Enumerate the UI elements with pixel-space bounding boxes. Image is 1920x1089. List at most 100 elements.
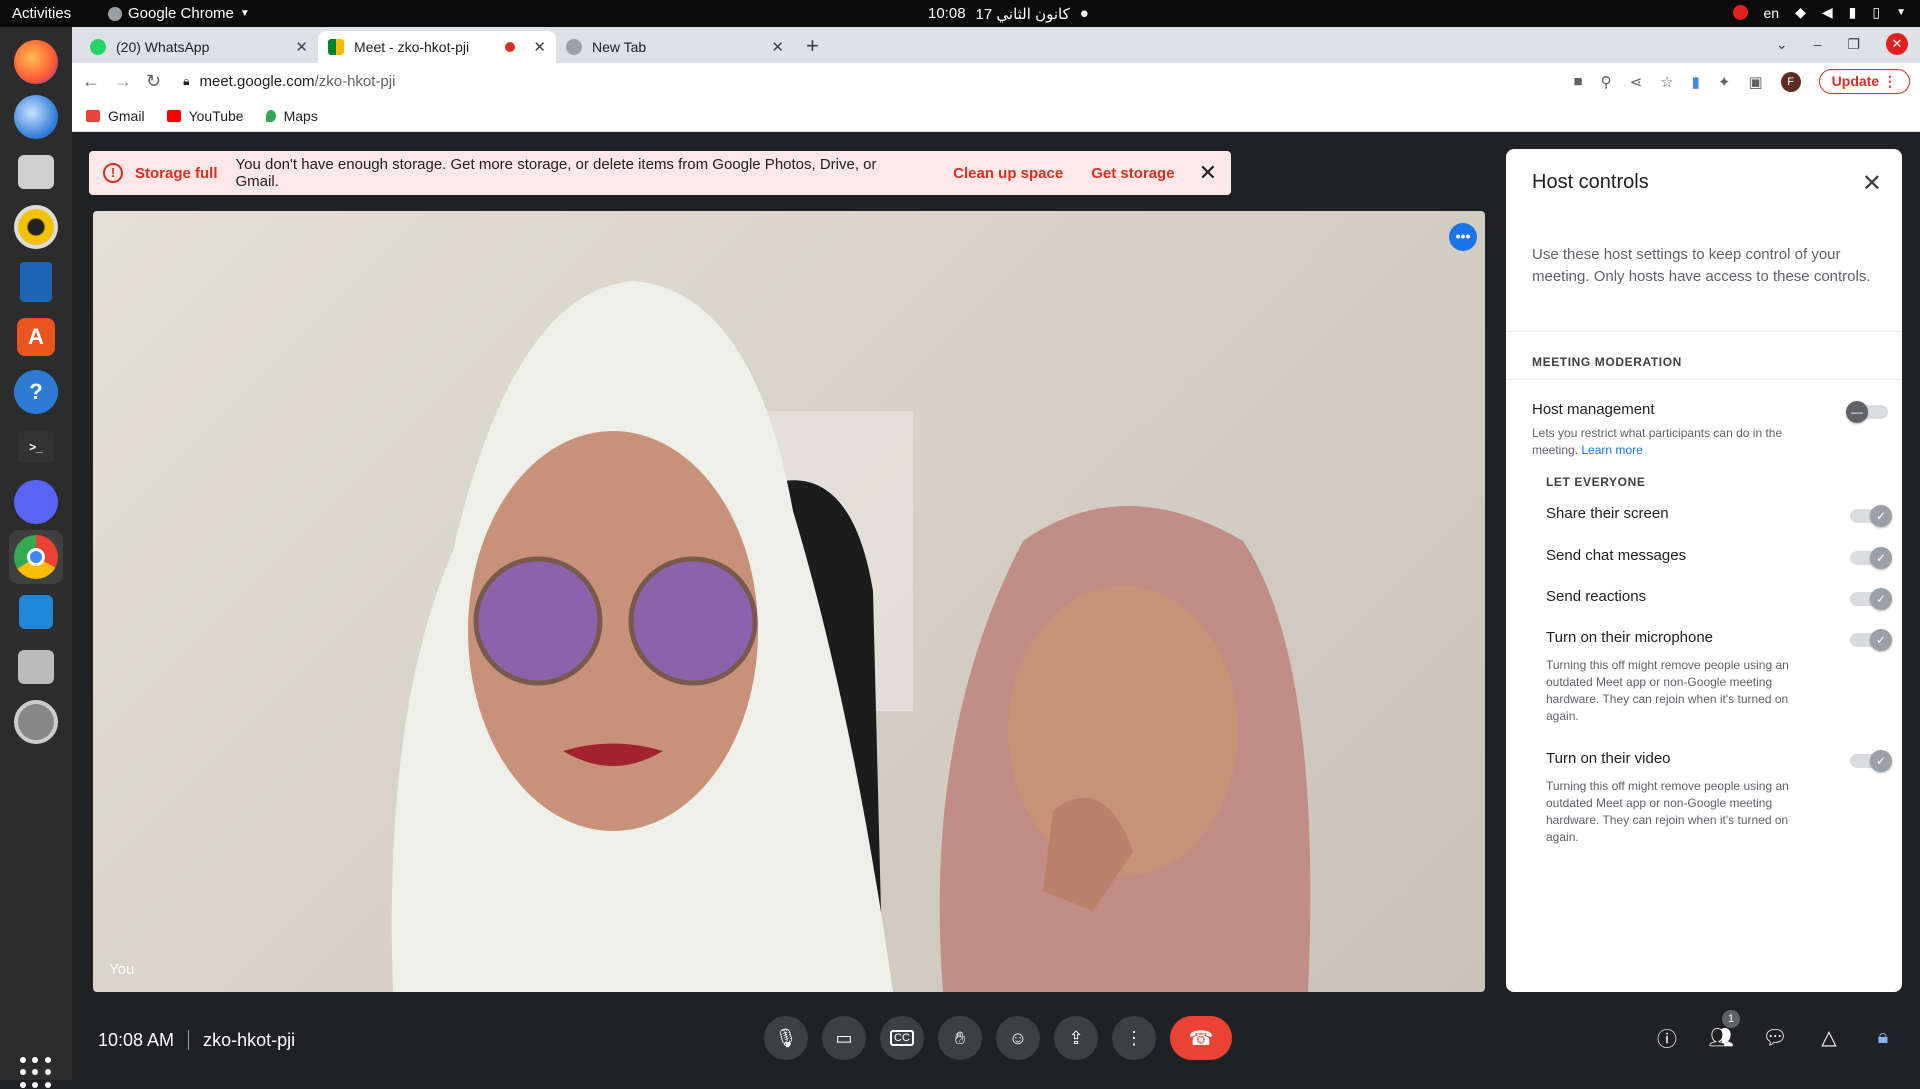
zoom-icon[interactable]: ⚲ (1601, 73, 1612, 91)
url-host: meet.google.com (199, 73, 315, 90)
meeting-controls-bar: 10:08 AM zko-hkot-pji 🎙︎ ▭ CC ✋︎ ☺ ⇪ ⋮ ☎… (72, 1002, 1920, 1080)
get-storage-link[interactable]: Get storage (1091, 165, 1174, 182)
rhythmbox-launcher[interactable] (9, 200, 63, 254)
people-button[interactable]: 👥︎ 1 (1708, 1010, 1740, 1050)
microphone-icon: 🎙︎ (774, 1027, 798, 1048)
tab-whatsapp[interactable]: (20) WhatsApp ✕ (80, 31, 318, 63)
search-launcher[interactable] (9, 640, 63, 694)
divider (188, 1030, 190, 1050)
leave-call-button[interactable]: ☎︎ (1170, 1016, 1232, 1060)
microphone-button[interactable]: 🎙︎ (764, 1016, 808, 1060)
learn-more-link[interactable]: Learn more (1581, 443, 1642, 457)
meeting-details-button[interactable]: ⓘ (1654, 1024, 1680, 1051)
check-icon: ✓ (1870, 629, 1892, 651)
bookmark-youtube[interactable]: YouTube (166, 107, 244, 124)
minimize-button[interactable]: – (1814, 36, 1822, 52)
share-screen-toggle[interactable]: ✓ (1850, 505, 1892, 527)
app-menu[interactable]: Google Chrome ▼ (108, 5, 250, 22)
camera-button[interactable]: ▭ (822, 1016, 866, 1060)
tab-meet[interactable]: Meet - zko-hkot-pji ✕ (318, 31, 556, 63)
thunderbird-launcher[interactable] (9, 90, 63, 144)
activities-button[interactable]: △ (1816, 1024, 1842, 1050)
restore-button[interactable]: ❐ (1847, 36, 1860, 53)
close-icon[interactable]: ✕ (533, 38, 546, 56)
window-close-button[interactable]: ✕ (1886, 33, 1908, 55)
send-reactions-toggle[interactable]: ✓ (1850, 588, 1892, 610)
participants-count-badge: 1 (1722, 1010, 1740, 1028)
lock-icon: 🔒︎ (183, 74, 190, 88)
host-controls-panel: Host controls ✕ Use these host settings … (1506, 149, 1902, 992)
bookmark-star-icon[interactable]: ☆ (1660, 73, 1673, 91)
close-icon[interactable]: ✕ (1862, 169, 1882, 198)
discord-launcher[interactable] (9, 475, 63, 529)
reactions-button[interactable]: ☺ (996, 1016, 1040, 1060)
software-launcher[interactable]: A (9, 310, 63, 364)
camera-indicator-icon[interactable]: ■ (1574, 73, 1583, 90)
close-icon[interactable]: ✕ (771, 38, 784, 56)
settings-launcher[interactable] (9, 695, 63, 749)
terminal-launcher[interactable]: >_ (9, 420, 63, 474)
address-bar[interactable]: 🔒︎ meet.google.com /zko-hkot-pji (183, 73, 1559, 90)
files-launcher[interactable] (9, 145, 63, 199)
storage-full-banner: ! Storage full You don't have enough sto… (89, 151, 1231, 195)
activities-button[interactable]: Activities (12, 5, 71, 22)
system-tray[interactable]: en ◆ ◀ ▮ ▯ ▼ (1732, 4, 1906, 21)
tab-search-icon[interactable]: ⌄ (1776, 36, 1788, 53)
back-icon[interactable]: ← (82, 71, 100, 92)
present-button[interactable]: ⇪ (1054, 1016, 1098, 1060)
tab-strip: (20) WhatsApp ✕ Meet - zko-hkot-pji ✕ Ne… (72, 27, 1920, 63)
raise-hand-button[interactable]: ✋︎ (938, 1016, 982, 1060)
gmail-icon (86, 109, 100, 122)
host-controls-button[interactable]: 🔒︎ (1870, 1024, 1896, 1050)
show-apps-button[interactable] (20, 1057, 52, 1089)
bookmark-label: YouTube (188, 107, 244, 124)
tab-new-tab[interactable]: New Tab ✕ (556, 31, 794, 63)
volume-icon: ◀ (1821, 4, 1833, 20)
meet-page: ! Storage full You don't have enough sto… (72, 132, 1920, 1080)
microphone-desc: Turning this off might remove people usi… (1546, 658, 1789, 723)
window-controls: ⌄ – ❐ ✕ (1776, 33, 1908, 55)
os-top-bar: Activities Google Chrome ▼ 10:08 17 كانو… (0, 0, 1920, 27)
host-management-toggle[interactable]: — (1846, 401, 1888, 423)
discord-icon (14, 480, 58, 524)
new-tab-button[interactable]: + (806, 33, 819, 59)
video-toggle[interactable]: ✓ (1850, 750, 1892, 772)
chrome-launcher[interactable] (9, 530, 63, 584)
reload-icon[interactable]: ↻ (146, 71, 161, 92)
forward-icon[interactable]: → (114, 71, 132, 92)
self-video-tile[interactable]: ••• You (93, 211, 1485, 992)
activities-shapes-icon: △ (1821, 1026, 1837, 1049)
chat-button[interactable]: 💬︎ (1762, 1024, 1788, 1050)
puzzle-icon[interactable]: ✦ (1718, 73, 1731, 91)
chrome-icon (108, 6, 122, 21)
clean-up-space-link[interactable]: Clean up space (953, 165, 1063, 182)
profile-avatar[interactable]: F (1780, 71, 1801, 92)
clock-time: 10:08 (928, 5, 966, 22)
firefox-launcher[interactable] (9, 35, 63, 89)
vscode-launcher[interactable] (9, 585, 63, 639)
info-icon: ⓘ (1657, 1028, 1677, 1051)
microphone-toggle[interactable]: ✓ (1850, 629, 1892, 651)
share-icon[interactable]: ⋖ (1630, 73, 1643, 91)
help-launcher[interactable]: ? (9, 365, 63, 419)
side-panel-icon[interactable]: ▣ (1748, 73, 1762, 91)
new-tab-icon (566, 39, 582, 55)
browser-toolbar: ← → ↻ 🔒︎ meet.google.com /zko-hkot-pji ■… (72, 63, 1920, 100)
banner-close-icon[interactable]: ✕ (1199, 160, 1217, 186)
more-options-button[interactable]: ⋮ (1112, 1016, 1156, 1060)
extension-icon[interactable]: ▮ (1692, 73, 1700, 91)
writer-launcher[interactable] (9, 255, 63, 309)
bookmark-gmail[interactable]: Gmail (86, 108, 145, 124)
update-button[interactable]: Update ⋮ (1818, 69, 1910, 94)
maps-pin-icon (265, 109, 276, 122)
language-indicator[interactable]: en (1764, 5, 1780, 21)
send-chat-toggle[interactable]: ✓ (1850, 547, 1892, 569)
terminal-icon: >_ (18, 431, 54, 463)
clock[interactable]: 10:08 17 كانون الثاني ● (928, 5, 1089, 23)
close-icon[interactable]: ✕ (295, 38, 308, 56)
captions-button[interactable]: CC (880, 1016, 924, 1060)
minus-icon: — (1846, 401, 1868, 423)
more-options-icon[interactable]: ••• (1449, 223, 1477, 251)
software-store-icon: A (17, 318, 55, 356)
bookmark-maps[interactable]: Maps (265, 108, 318, 124)
